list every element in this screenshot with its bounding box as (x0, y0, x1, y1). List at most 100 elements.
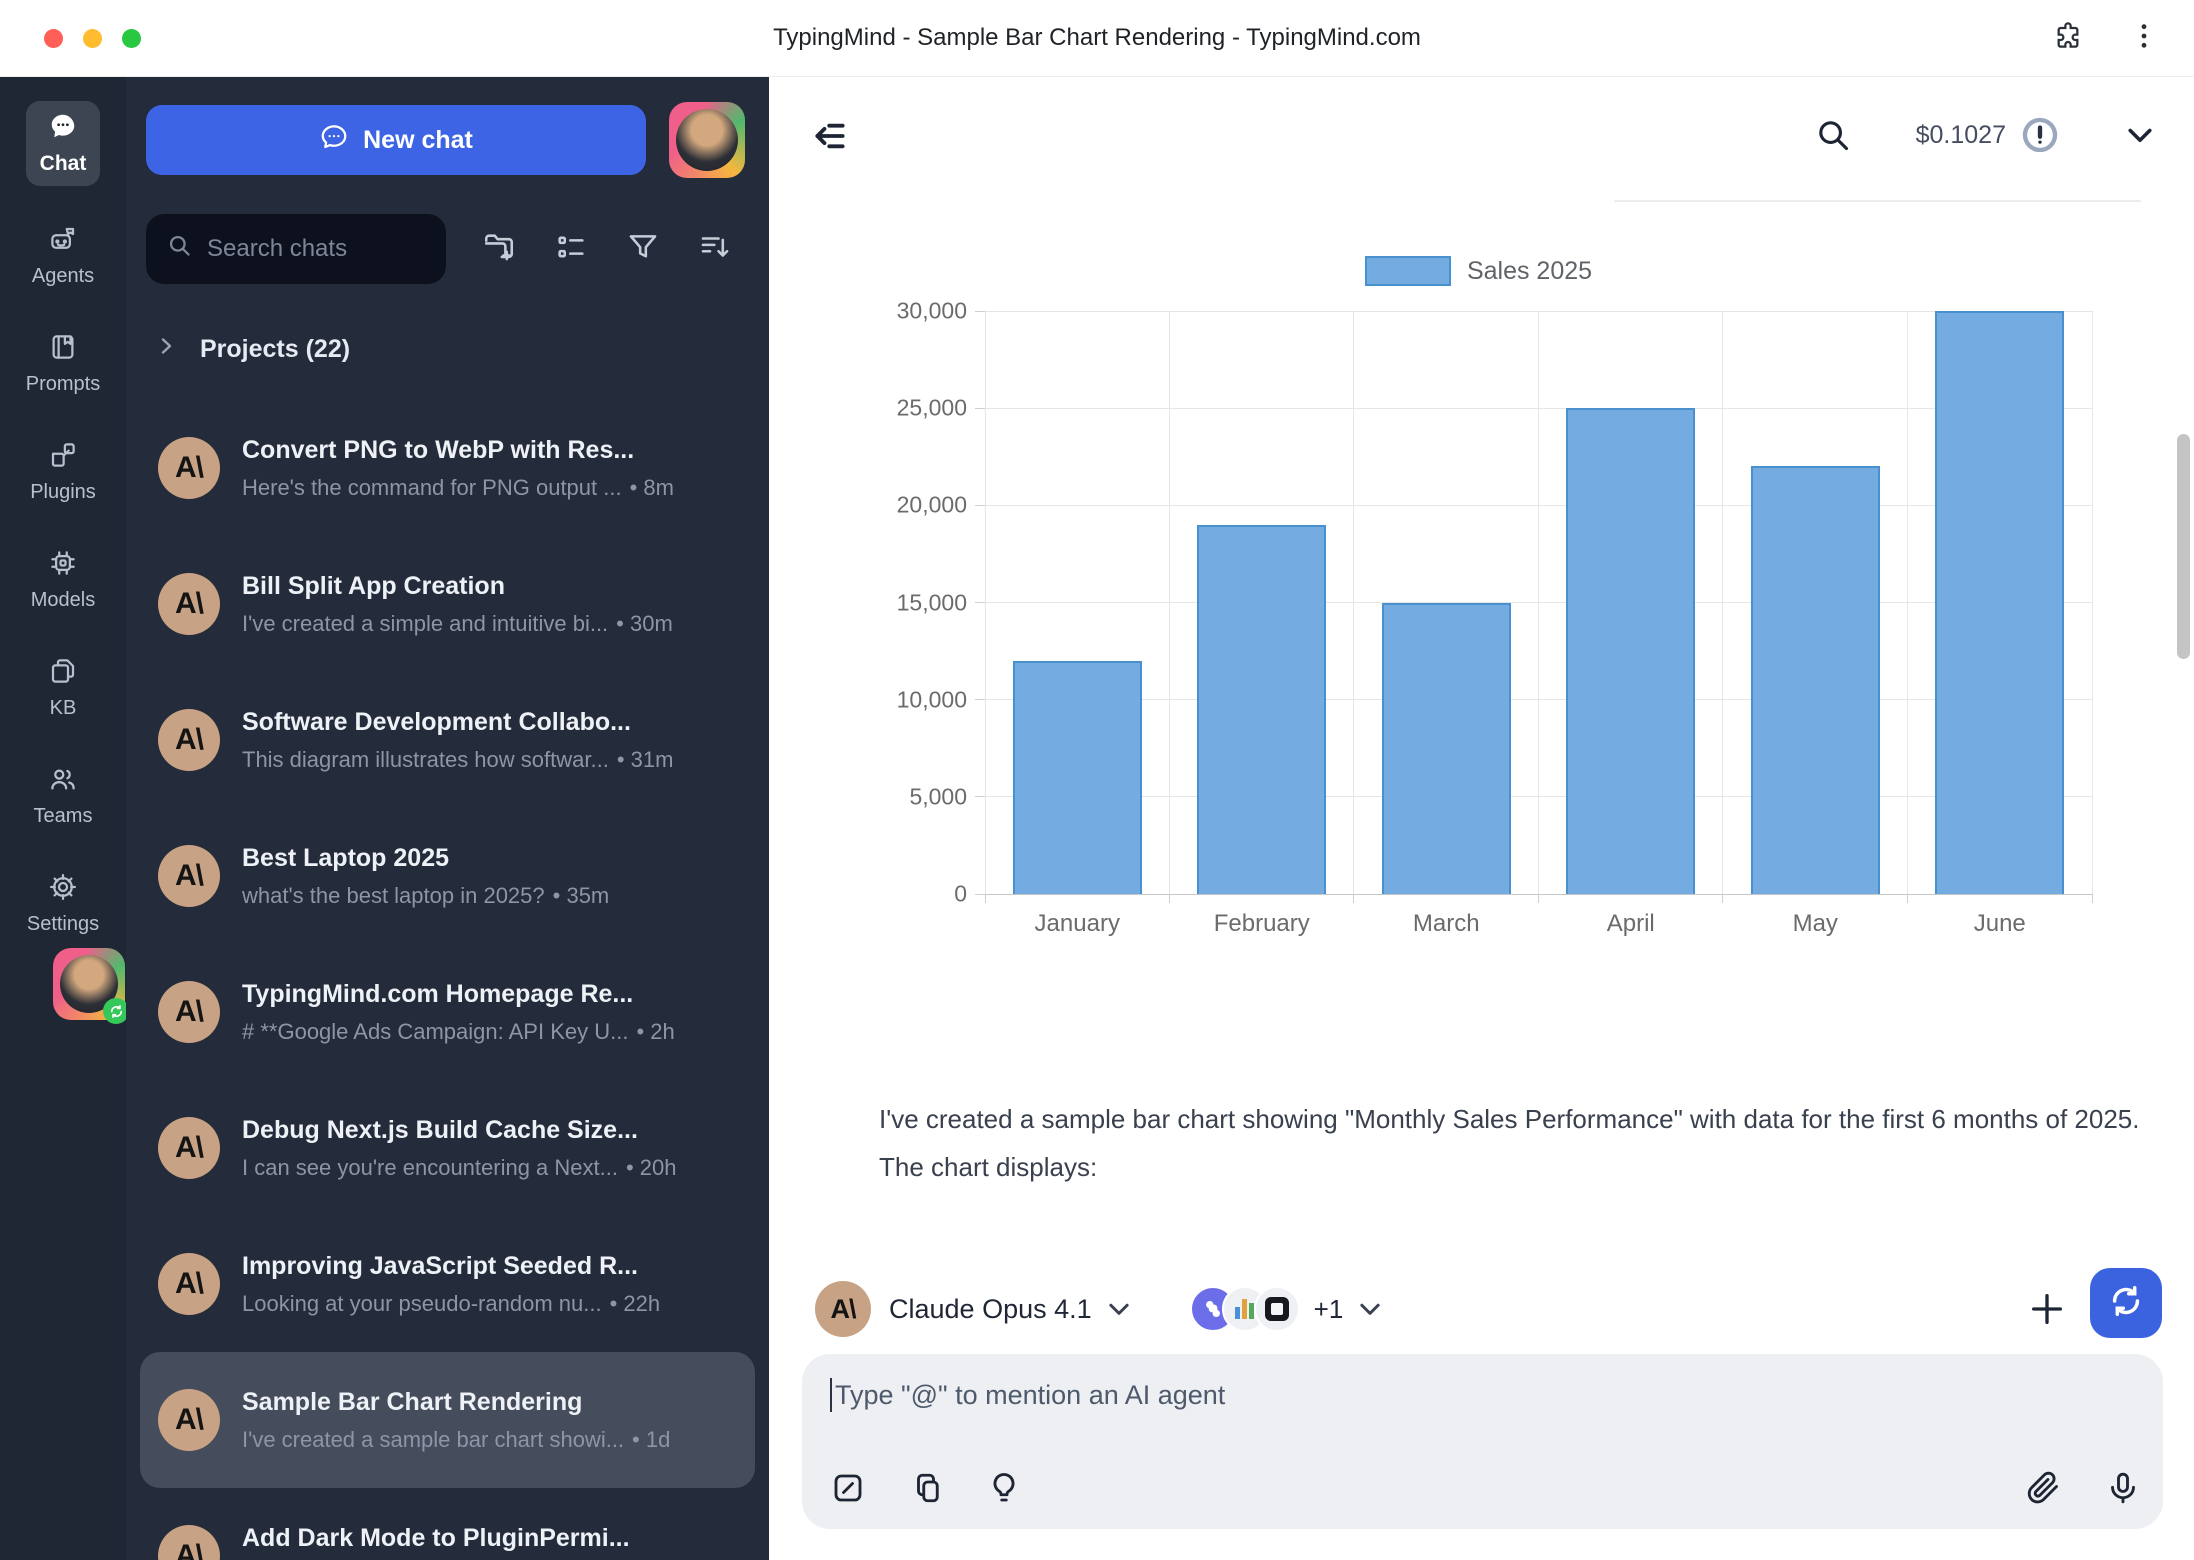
y-axis-tick-label: 0 (954, 881, 967, 908)
nav-item-plugins[interactable]: Plugins (30, 440, 96, 504)
usage-cost[interactable]: $0.1027 (1916, 121, 2006, 150)
zoom-window-button[interactable] (122, 29, 141, 48)
lightbulb-icon[interactable] (986, 1470, 1022, 1511)
extensions-icon[interactable] (2052, 20, 2084, 57)
projects-section-toggle[interactable]: Projects (22) (154, 327, 350, 371)
browser-menu-icon[interactable] (2128, 20, 2160, 57)
chat-list-item[interactable]: A\ Improving JavaScript Seeded R... Look… (140, 1216, 755, 1352)
x-axis-labels: JanuaryFebruaryMarchAprilMayJune (985, 894, 2092, 938)
plugins-more-count: +1 (1314, 1294, 1344, 1325)
y-axis-labels: 05,00010,00015,00020,00025,00030,000 (865, 311, 985, 894)
minimize-window-button[interactable] (83, 29, 102, 48)
assistant-message-text: I've created a sample bar chart showing … (879, 1095, 2141, 1191)
profile-avatar[interactable] (669, 102, 745, 178)
user-avatar[interactable] (53, 948, 125, 1020)
text-caret (830, 1378, 832, 1412)
new-chat-label: New chat (363, 126, 473, 155)
plugins-selector[interactable]: +1 (1190, 1286, 1386, 1332)
legend-swatch (1365, 256, 1451, 286)
y-axis-tick-label: 20,000 (897, 492, 967, 519)
chat-sidebar: New chat Search chats (126, 77, 769, 1560)
y-axis-tick-label: 10,000 (897, 686, 967, 713)
bar-chart-canvas[interactable] (985, 311, 2092, 894)
nav-label: Prompts (26, 373, 100, 396)
message-input[interactable]: Type "@" to mention an AI agent (830, 1378, 2135, 1412)
chat-subtitle: # **Google Ads Campaign: API Key U...• 2… (242, 1019, 737, 1045)
chat-list-item[interactable]: A\ Convert PNG to WebP with Res... Here'… (140, 400, 755, 536)
anthropic-avatar-icon: A\ (158, 981, 220, 1043)
regenerate-button[interactable] (2090, 1268, 2162, 1338)
chat-list-item[interactable]: A\ Best Laptop 2025 what's the best lapt… (140, 808, 755, 944)
paperclip-icon[interactable] (2025, 1470, 2061, 1511)
chart-legend[interactable]: Sales 2025 (865, 255, 2092, 287)
bar-april (1566, 408, 1695, 894)
legend-label: Sales 2025 (1467, 257, 1592, 286)
chat-list-item[interactable]: A\ Bill Split App Creation I've created … (140, 536, 755, 672)
anthropic-avatar-icon: A\ (158, 1253, 220, 1315)
y-tick (975, 796, 985, 797)
search-icon (166, 232, 193, 266)
chevron-right-icon (154, 334, 178, 365)
chat-timestamp: • 22h (610, 1291, 661, 1316)
search-messages-icon[interactable] (1814, 116, 1852, 154)
chat-subtitle: Looking at your pseudo-random nu...• 22h (242, 1291, 737, 1317)
alert-circle-icon[interactable] (2020, 115, 2060, 155)
y-axis-tick-label: 5,000 (909, 783, 967, 810)
model-chevron-down-icon[interactable] (1104, 1294, 1134, 1324)
window-controls (44, 29, 141, 48)
y-tick (975, 894, 985, 895)
filter-icon[interactable] (626, 230, 660, 269)
y-axis-tick-label: 15,000 (897, 589, 967, 616)
scrollbar-thumb[interactable] (2177, 434, 2190, 659)
anthropic-avatar-icon: A\ (158, 437, 220, 499)
y-tick (975, 602, 985, 603)
people-icon (48, 764, 78, 799)
nav-item-teams[interactable]: Teams (34, 764, 93, 828)
new-chat-bubble-icon (319, 122, 349, 159)
collapse-sidebar-icon[interactable] (809, 117, 853, 157)
nav-label: Teams (34, 805, 93, 828)
app-window: TypingMind - Sample Bar Chart Rendering … (0, 0, 2194, 1560)
nav-item-chat[interactable]: Chat (26, 101, 101, 186)
chat-title: Debug Next.js Build Cache Size... (242, 1116, 737, 1145)
chat-subtitle: I've created a sample bar chart showi...… (242, 1427, 737, 1453)
pages-icon[interactable] (908, 1470, 944, 1511)
anthropic-avatar-icon: A\ (158, 573, 220, 635)
message-composer: Type "@" to mention an AI agent (802, 1354, 2163, 1529)
chat-list: A\ Convert PNG to WebP with Res... Here'… (140, 400, 755, 1560)
chat-subtitle: I've created a simple and intuitive bi..… (242, 611, 737, 637)
chat-list-item[interactable]: A\ Debug Next.js Build Cache Size... I c… (140, 1080, 755, 1216)
nav-label: Settings (27, 913, 99, 936)
y-tick (975, 505, 985, 506)
new-chat-button[interactable]: New chat (146, 105, 646, 175)
new-folder-icon[interactable] (482, 230, 516, 269)
nav-item-settings[interactable]: Settings (27, 872, 99, 936)
chat-title: TypingMind.com Homepage Re... (242, 980, 737, 1009)
microphone-icon[interactable] (2105, 1470, 2141, 1511)
add-attachment-button[interactable] (2027, 1289, 2067, 1329)
nav-item-models[interactable]: Models (31, 548, 95, 612)
x-axis-tick-label: June (1974, 910, 2026, 938)
chat-title: Bill Split App Creation (242, 572, 737, 601)
sort-icon[interactable] (698, 230, 732, 269)
plugin-keyboard-key-icon (1254, 1286, 1300, 1332)
edit-square-icon[interactable] (830, 1470, 866, 1511)
nav-item-prompts[interactable]: Prompts (26, 332, 100, 396)
chat-timestamp: • 35m (553, 883, 610, 908)
close-window-button[interactable] (44, 29, 63, 48)
search-chats-input[interactable]: Search chats (146, 214, 446, 284)
bar-january (1013, 661, 1142, 894)
gridline (2092, 311, 2093, 894)
nav-item-agents[interactable]: Agents (32, 224, 94, 288)
chat-list-item[interactable]: A\ TypingMind.com Homepage Re... # **Goo… (140, 944, 755, 1080)
model-selector[interactable]: Claude Opus 4.1 (889, 1294, 1092, 1325)
message-card-divider (1614, 200, 2141, 202)
nav-item-kb[interactable]: KB (48, 656, 78, 720)
book-icon (48, 332, 78, 367)
chat-list-item[interactable]: A\ Sample Bar Chart Rendering I've creat… (140, 1352, 755, 1488)
chat-list-item[interactable]: A\ Add Dark Mode to PluginPermi... (140, 1488, 755, 1560)
chat-list-item[interactable]: A\ Software Development Collabo... This … (140, 672, 755, 808)
checklist-icon[interactable] (554, 230, 588, 269)
chevron-down-icon[interactable] (2122, 117, 2158, 153)
nav-rail: Chat Agents Prompts (0, 77, 126, 1560)
